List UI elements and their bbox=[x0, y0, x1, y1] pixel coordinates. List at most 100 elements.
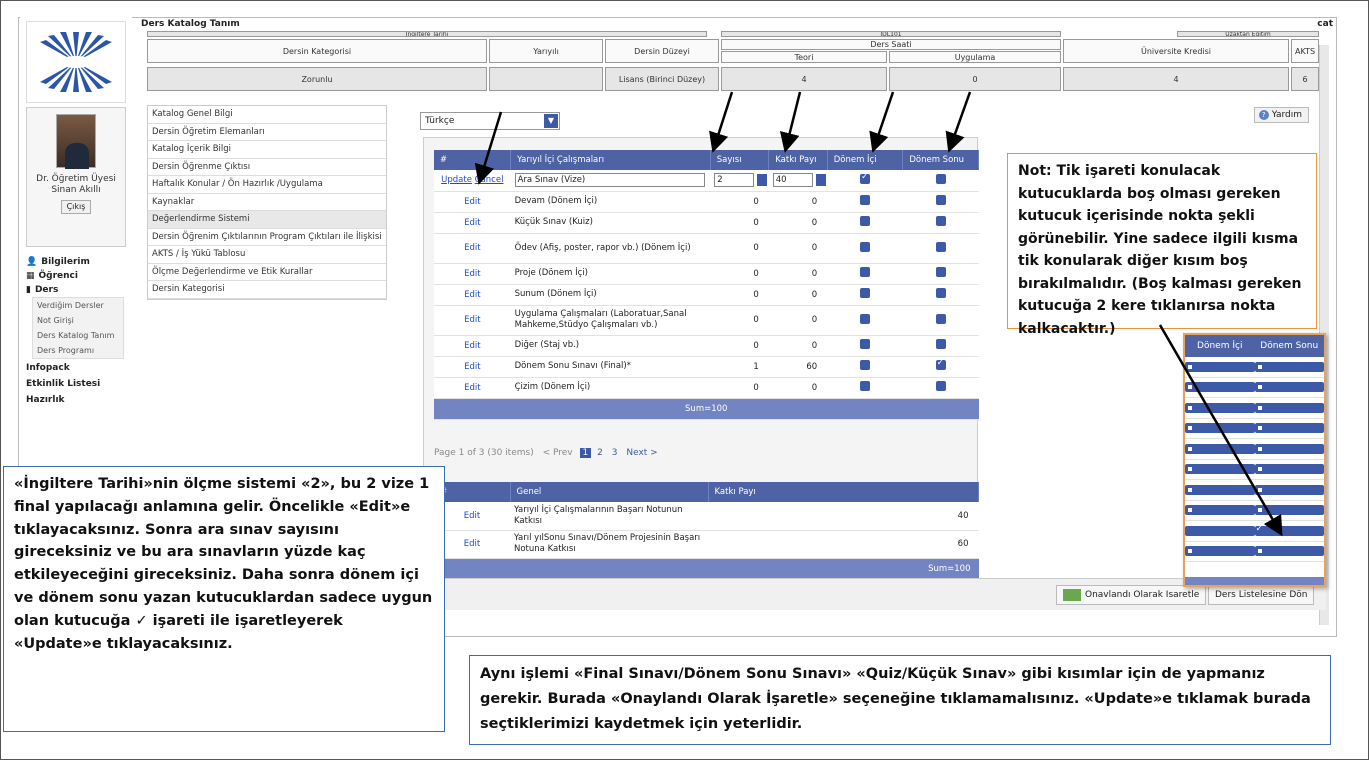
zoom-checkbox[interactable] bbox=[1185, 505, 1255, 516]
edit-link[interactable]: Edit bbox=[464, 218, 480, 228]
zoom-checkbox[interactable] bbox=[1185, 382, 1255, 393]
menu-item[interactable]: Haftalık Konular / Ön Hazırlık /Uygulama bbox=[148, 176, 386, 194]
nav-bilgilerim[interactable]: 👤 Bilgilerim bbox=[26, 255, 130, 269]
col-katki[interactable]: Katkı Payı bbox=[708, 482, 979, 502]
zoom-checkbox[interactable] bbox=[1254, 443, 1324, 454]
zoom-checkbox[interactable] bbox=[1254, 505, 1324, 516]
zoom-checkbox[interactable] bbox=[1185, 423, 1255, 434]
nav-sub-not[interactable]: Not Girişi bbox=[33, 313, 123, 328]
nav-hazirlik[interactable]: Hazırlık bbox=[26, 393, 130, 407]
menu-item[interactable]: Dersin Kategorisi bbox=[148, 281, 386, 299]
donem-ici-checkbox[interactable] bbox=[860, 313, 871, 324]
chevron-down-icon[interactable]: ▼ bbox=[544, 114, 558, 128]
menu-item[interactable]: Ölçme Değerlendirme ve Etik Kurallar bbox=[148, 263, 386, 281]
zoom-checkbox[interactable] bbox=[1185, 443, 1255, 454]
zoom-checkbox[interactable] bbox=[1254, 484, 1324, 495]
nav-ders[interactable]: ▮ Ders bbox=[26, 283, 130, 297]
donem-ici-checkbox[interactable] bbox=[860, 360, 871, 370]
menu-item[interactable]: Kaynaklar bbox=[148, 193, 386, 211]
edit-link[interactable]: Edit bbox=[464, 269, 480, 279]
update-link[interactable]: Update bbox=[441, 175, 472, 185]
language-select[interactable]: Türkçe ▼ bbox=[420, 112, 560, 130]
genel-name: Yarıyıl İçi Çalışmalarının Başarı Notunu… bbox=[510, 502, 708, 531]
nav-sub-verdigim[interactable]: Verdiğim Dersler bbox=[33, 298, 123, 313]
menu-item-active[interactable]: Değerlendirme Sistemi bbox=[148, 211, 386, 229]
donem-sonu-checkbox[interactable] bbox=[935, 216, 946, 226]
nav-infopack[interactable]: Infopack bbox=[26, 361, 130, 375]
zoom-checkbox[interactable] bbox=[1185, 484, 1255, 495]
nav-sub-program[interactable]: Ders Programı bbox=[33, 343, 123, 358]
donem-sonu-checkbox[interactable] bbox=[935, 288, 946, 298]
menu-item[interactable]: AKTS / İş Yükü Tablosu bbox=[148, 246, 386, 264]
donem-sonu-checkbox[interactable] bbox=[935, 381, 946, 391]
donem-ici-checkbox[interactable] bbox=[860, 339, 871, 349]
edit-link[interactable]: Edit bbox=[464, 315, 480, 325]
pager-page-1[interactable]: 1 bbox=[579, 448, 592, 458]
donem-sonu-checkbox[interactable] bbox=[935, 241, 946, 252]
col-genel[interactable]: Genel bbox=[510, 482, 709, 502]
note-other-items: Aynı işlemi «Final Sınavı/Dönem Sonu Sın… bbox=[469, 655, 1331, 745]
zoom-checkbox[interactable] bbox=[1185, 525, 1255, 536]
count-input[interactable]: 2 bbox=[714, 173, 768, 188]
approve-button[interactable]: Onavlandı Olarak Isaretle bbox=[1056, 585, 1207, 605]
zoom-checkbox[interactable] bbox=[1254, 464, 1324, 475]
zoom-checkbox[interactable] bbox=[1185, 464, 1255, 475]
donem-sonu-checkbox[interactable] bbox=[935, 358, 946, 370]
nav-ogrenci[interactable]: ▦ Öğrenci bbox=[26, 269, 130, 283]
donem-sonu-checkbox[interactable] bbox=[935, 313, 946, 324]
col-donem-ici[interactable]: Dönem İçi bbox=[827, 150, 904, 170]
edit-link[interactable]: Edit bbox=[464, 511, 480, 521]
edit-link[interactable]: Edit bbox=[464, 290, 480, 300]
menu-item[interactable]: Dersin Öğrenme Çıktısı bbox=[148, 158, 386, 176]
zoom-checkbox[interactable] bbox=[1254, 423, 1324, 434]
donem-sonu-checkbox[interactable] bbox=[935, 173, 946, 184]
pager-page-2[interactable]: 2 bbox=[597, 448, 603, 458]
zoom-checkbox[interactable] bbox=[1185, 546, 1255, 557]
donem-ici-checkbox[interactable] bbox=[860, 241, 871, 252]
zoom-checkbox[interactable] bbox=[1185, 361, 1255, 372]
donem-sonu-checkbox[interactable] bbox=[935, 339, 946, 349]
nav-sub-katalog[interactable]: Ders Katalog Tanım bbox=[33, 328, 123, 343]
menu-item[interactable]: Dersin Öğrenim Çıktılarının Program Çıkt… bbox=[148, 228, 386, 246]
cancel-link[interactable]: Cancel bbox=[475, 175, 504, 185]
zoom-checkbox[interactable] bbox=[1254, 402, 1324, 413]
donem-sonu-checkbox[interactable] bbox=[935, 267, 946, 277]
logout-button[interactable]: Çıkış bbox=[61, 200, 91, 214]
col-count[interactable]: Sayısı bbox=[710, 150, 770, 170]
edit-link[interactable]: Edit bbox=[464, 341, 480, 351]
donem-sonu-checkbox[interactable] bbox=[935, 195, 946, 205]
donem-ici-checkbox[interactable] bbox=[860, 172, 871, 184]
col-share[interactable]: Katkı Payı bbox=[768, 150, 828, 170]
nav-etkinlik[interactable]: Etkinlik Listesi bbox=[26, 377, 130, 391]
edit-link[interactable]: Edit bbox=[464, 197, 480, 207]
donem-ici-checkbox[interactable] bbox=[860, 216, 871, 226]
menu-item[interactable]: Dersin Öğretim Elemanları bbox=[148, 123, 386, 141]
menu-item[interactable]: Katalog İçerik Bilgi bbox=[148, 141, 386, 159]
zoom-checkbox[interactable] bbox=[1185, 402, 1255, 413]
pager-page-3[interactable]: 3 bbox=[612, 448, 618, 458]
donem-ici-checkbox[interactable] bbox=[860, 288, 871, 298]
donem-ici-checkbox[interactable] bbox=[860, 267, 871, 277]
back-to-list-button[interactable]: Ders Listelesine Dön bbox=[1208, 585, 1315, 605]
edit-link[interactable]: Edit bbox=[464, 362, 480, 372]
share-input[interactable]: 40 bbox=[772, 173, 826, 188]
stepper-icon[interactable] bbox=[815, 174, 826, 187]
zoom-checkbox[interactable] bbox=[1254, 524, 1324, 536]
donem-ici-checkbox[interactable] bbox=[860, 195, 871, 205]
zoom-checkbox[interactable] bbox=[1254, 546, 1324, 557]
work-name-input[interactable]: Ara Sınav (Vize) bbox=[514, 173, 705, 188]
help-button[interactable]: ? Yardım bbox=[1253, 107, 1309, 123]
edit-link[interactable]: Edit bbox=[464, 539, 480, 549]
edit-link[interactable]: Edit bbox=[464, 383, 480, 393]
zoom-checkbox[interactable] bbox=[1254, 361, 1324, 372]
pager-prev[interactable]: < Prev bbox=[543, 448, 573, 458]
zoom-checkbox[interactable] bbox=[1254, 382, 1324, 393]
genel-name: Yarıl yılSonu Sınavı/Dönem Projesinin Ba… bbox=[510, 530, 708, 559]
pager-next[interactable]: Next > bbox=[626, 448, 657, 458]
donem-ici-checkbox[interactable] bbox=[860, 381, 871, 391]
col-work[interactable]: Yarıyıl İçi Çalışmaları bbox=[510, 150, 711, 170]
stepper-icon[interactable] bbox=[757, 174, 768, 187]
menu-item[interactable]: Katalog Genel Bilgi bbox=[148, 106, 386, 124]
col-donem-sonu[interactable]: Dönem Sonu bbox=[902, 150, 979, 170]
edit-link[interactable]: Edit bbox=[464, 243, 480, 253]
